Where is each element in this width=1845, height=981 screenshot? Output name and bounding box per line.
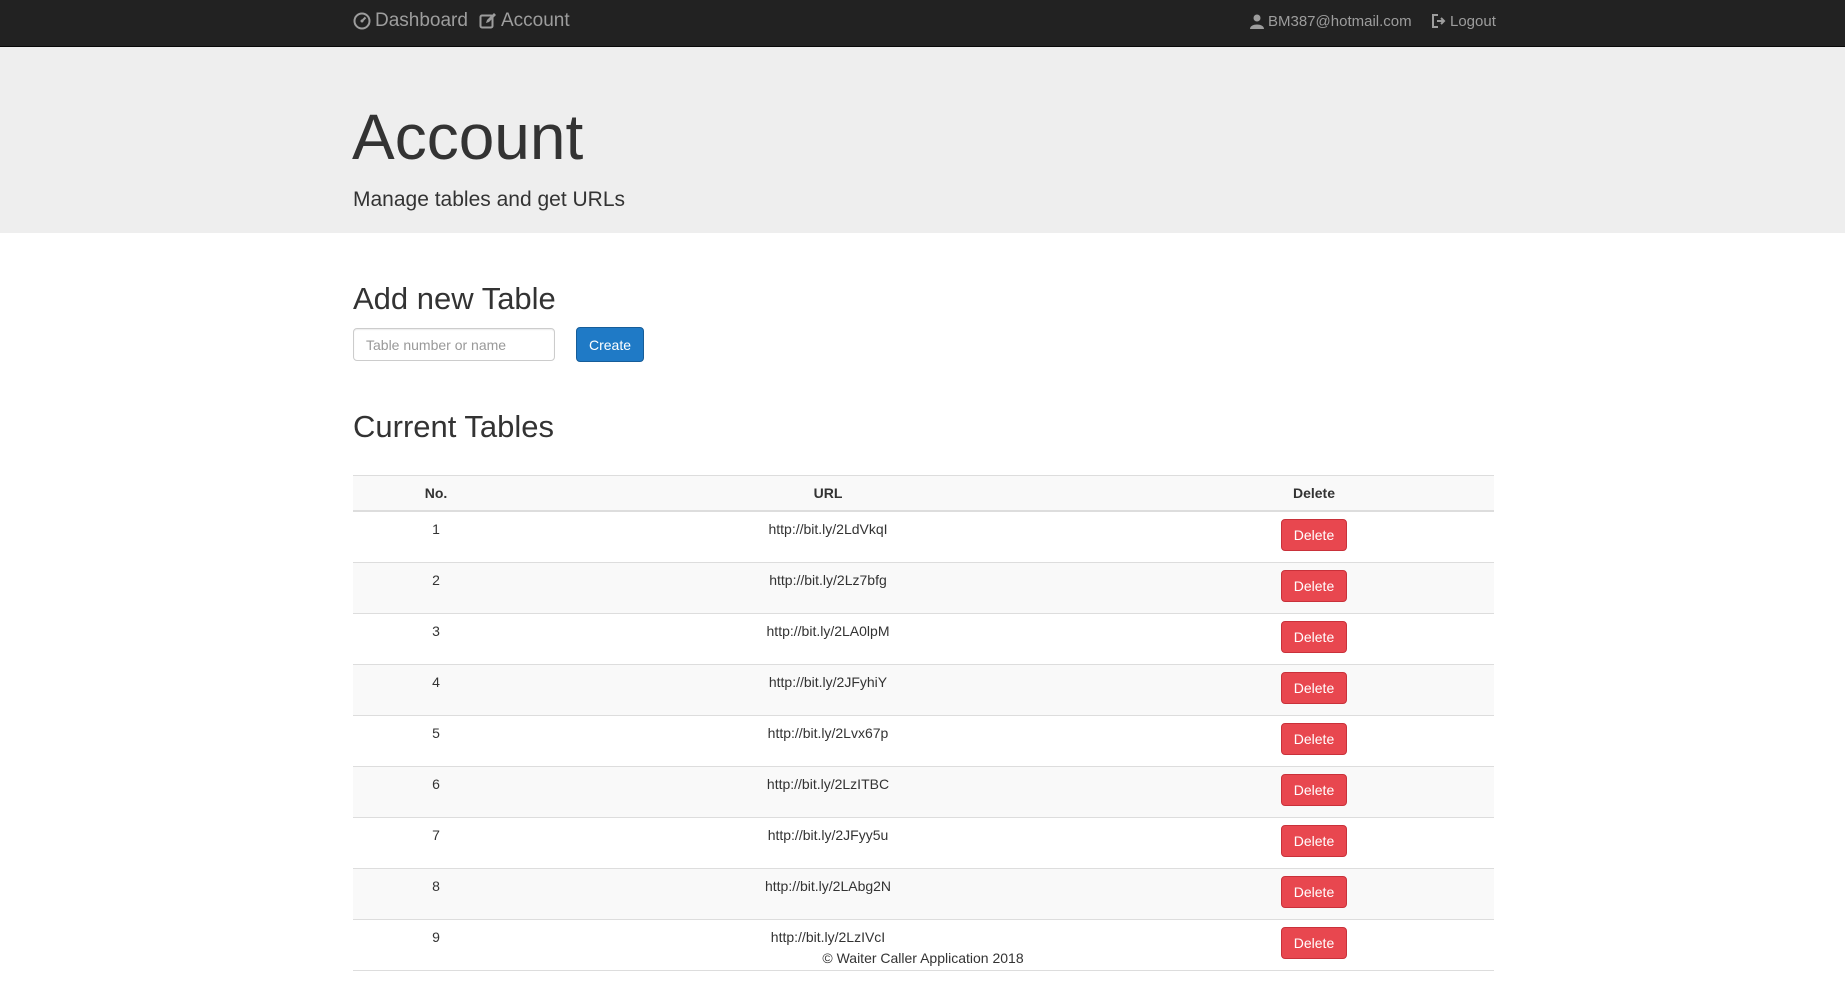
table-body: 1 http://bit.ly/2LdVkqI Delete 2 http://bit.… [353,512,1494,971]
delete-button[interactable]: Delete [1281,876,1347,908]
table-url-cell: http://bit.ly/2LAbg2N [764,878,892,894]
table-row: 6 http://bit.ly/2LzITBC Delete [353,767,1494,818]
table-url-cell: http://bit.ly/2JFyy5u [767,827,889,843]
add-table-heading: Add new Table [353,281,556,316]
table-url-cell: http://bit.ly/2LzIVcI [770,929,886,945]
table-row: 1 http://bit.ly/2LdVkqI Delete [353,512,1494,563]
nav-user-email: BM387@hotmail.com [1268,12,1412,30]
column-header-no: No. [424,485,448,501]
user-icon [1250,14,1264,29]
column-header-url: URL [813,485,843,501]
dashboard-gauge-icon [353,12,371,30]
create-button[interactable]: Create [576,327,644,362]
nav-dashboard-link[interactable]: Dashboard [353,0,468,42]
delete-button[interactable]: Delete [1281,621,1347,653]
table-url-cell: http://bit.ly/2LdVkqI [768,521,888,537]
table-number-cell: 3 [432,623,440,639]
table-name-input[interactable] [353,328,555,361]
nav-account-label: Account [501,10,570,31]
logout-icon [1431,14,1446,28]
table-number-cell: 4 [432,674,440,690]
delete-button[interactable]: Delete [1281,723,1347,755]
table-row: 4 http://bit.ly/2JFyhiY Delete [353,665,1494,716]
nav-logout-link[interactable]: Logout [1431,0,1496,42]
edit-icon [479,12,497,30]
nav-account-link[interactable]: Account [479,0,570,42]
tables-table: No. URL Delete 1 http://bit.ly/2LdVkqI Del… [353,475,1494,971]
delete-button[interactable]: Delete [1281,519,1347,551]
nav-logout-label: Logout [1450,12,1496,30]
table-number-cell: 8 [432,878,440,894]
table-url-cell: http://bit.ly/2Lvx67p [767,725,889,741]
table-number-cell: 6 [432,776,440,792]
table-number-cell: 9 [432,929,440,945]
table-row: 5 http://bit.ly/2Lvx67p Delete [353,716,1494,767]
nav-user-link[interactable]: BM387@hotmail.com [1250,0,1412,42]
nav-dashboard-label: Dashboard [375,10,468,31]
page-title: Account [352,101,584,173]
delete-button[interactable]: Delete [1281,672,1347,704]
table-url-cell: http://bit.ly/2LA0lpM [766,623,890,639]
delete-button[interactable]: Delete [1281,825,1347,857]
page-header: Account Manage tables and get URLs [0,47,1845,233]
table-number-cell: 2 [432,572,440,588]
table-row: 2 http://bit.ly/2Lz7bfg Delete [353,563,1494,614]
table-row: 3 http://bit.ly/2LA0lpM Delete [353,614,1494,665]
table-url-cell: http://bit.ly/2LzITBC [766,776,890,792]
column-header-delete: Delete [1292,485,1336,501]
table-url-cell: http://bit.ly/2JFyhiY [768,674,888,690]
top-navbar: Dashboard Account BM387@hotmail.com Logo… [0,0,1845,47]
footer-copyright: © Waiter Caller Application 2018 [822,950,1024,966]
current-tables-heading: Current Tables [353,409,555,444]
page-subtitle: Manage tables and get URLs [353,188,626,211]
delete-button[interactable]: Delete [1281,927,1347,959]
table-row: 7 http://bit.ly/2JFyy5u Delete [353,818,1494,869]
table-number-cell: 1 [432,521,440,537]
table-row: 8 http://bit.ly/2LAbg2N Delete [353,869,1494,920]
table-number-cell: 5 [432,725,440,741]
delete-button[interactable]: Delete [1281,774,1347,806]
navbar-inner: Dashboard Account BM387@hotmail.com Logo… [353,0,1496,46]
table-number-cell: 7 [432,827,440,843]
delete-button[interactable]: Delete [1281,570,1347,602]
table-url-cell: http://bit.ly/2Lz7bfg [769,572,887,588]
table-header-row: No. URL Delete [353,475,1494,512]
